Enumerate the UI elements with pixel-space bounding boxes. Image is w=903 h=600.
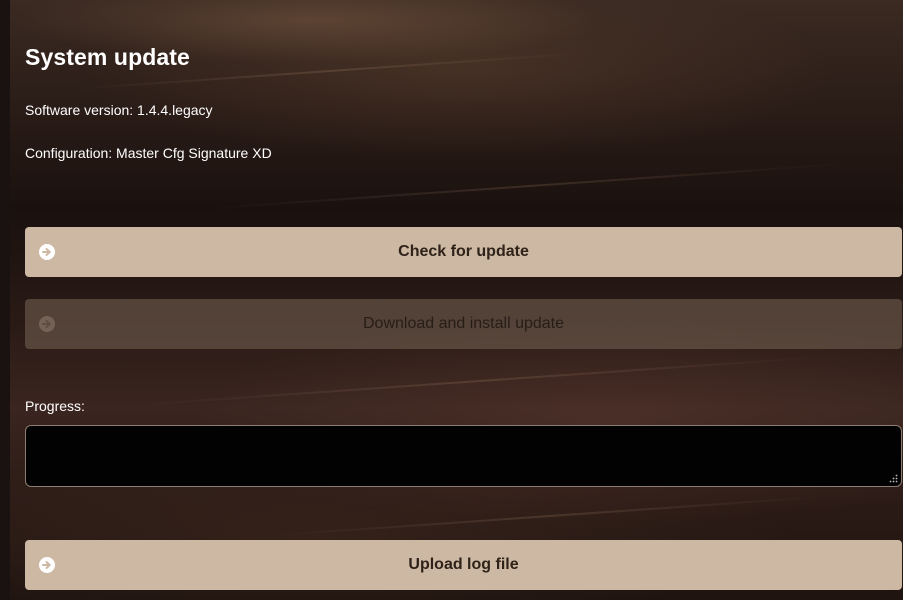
arrow-right-circle-icon bbox=[39, 557, 55, 573]
upload-log-file-button[interactable]: Upload log file bbox=[25, 540, 902, 590]
arrow-right-circle-icon bbox=[39, 316, 55, 332]
page-title: System update bbox=[25, 44, 190, 70]
software-version-text: Software version: 1.4.4.legacy bbox=[25, 102, 213, 118]
background-streak bbox=[270, 495, 830, 537]
arrow-right-circle-icon bbox=[39, 244, 55, 260]
configuration-text: Configuration: Master Cfg Signature XD bbox=[25, 145, 272, 161]
system-update-panel: System update Software version: 1.4.4.le… bbox=[10, 0, 903, 600]
upload-log-file-label: Upload log file bbox=[408, 556, 519, 573]
download-and-install-button[interactable]: Download and install update bbox=[25, 299, 902, 349]
progress-output-area[interactable] bbox=[25, 425, 902, 487]
download-and-install-label: Download and install update bbox=[362, 315, 565, 332]
background-streak bbox=[210, 162, 850, 210]
progress-label: Progress: bbox=[25, 398, 85, 414]
background-streak bbox=[130, 355, 830, 407]
check-for-update-button[interactable]: Check for update bbox=[25, 227, 902, 277]
resize-grip-icon[interactable] bbox=[889, 474, 898, 483]
check-for-update-label: Check for update bbox=[398, 243, 529, 260]
